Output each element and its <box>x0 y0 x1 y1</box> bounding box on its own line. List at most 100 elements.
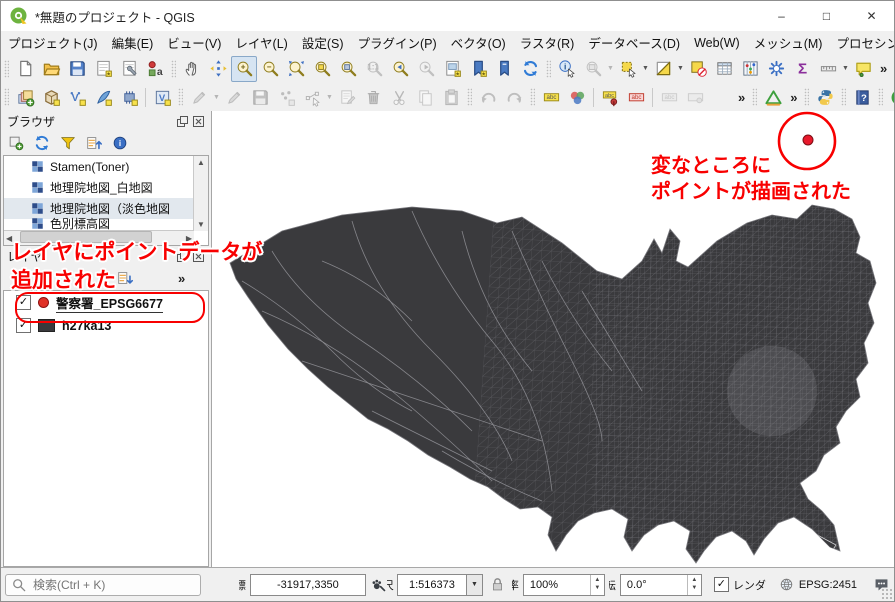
new-virtual-layer-icon[interactable]: V <box>149 84 175 110</box>
toolbar-overflow-icon[interactable]: » <box>734 90 749 105</box>
measure-dropdown-icon[interactable]: ▼ <box>841 65 850 72</box>
menu-プロセシング[interactable]: プロセシング(C) <box>829 30 894 55</box>
new-project-icon[interactable] <box>12 56 38 82</box>
highlight-pinned-labels-icon[interactable]: abc <box>623 84 649 110</box>
deselect-all-icon[interactable] <box>685 56 711 82</box>
new-print-layout-icon[interactable]: ★ <box>90 56 116 82</box>
zoom-to-layer-icon[interactable] <box>335 56 361 82</box>
menu-プロジェクト[interactable]: プロジェクト(J) <box>1 30 105 55</box>
save-project-icon[interactable] <box>64 56 90 82</box>
menu-ビュー[interactable]: ビュー(V) <box>160 30 228 55</box>
toolbar-grip[interactable] <box>804 88 810 106</box>
menu-ベクタ[interactable]: ベクタ(O) <box>444 30 513 55</box>
browser-close-icon[interactable] <box>192 115 205 128</box>
deselect-shape-icon[interactable] <box>650 56 676 82</box>
statistics-icon[interactable] <box>737 56 763 82</box>
render-checkbox[interactable]: ✓ <box>713 577 729 592</box>
toolbar-grip[interactable] <box>4 59 9 78</box>
new-spatialite-icon[interactable] <box>90 84 116 110</box>
deselect-shape-dropdown-icon[interactable]: ▼ <box>676 65 685 72</box>
minimize-button[interactable]: – <box>759 1 804 31</box>
menu-データベース[interactable]: データベース(D) <box>581 30 687 55</box>
toolbar-overflow-icon[interactable]: » <box>876 61 891 76</box>
close-button[interactable]: ✕ <box>849 1 894 31</box>
filter-icon[interactable] <box>57 132 79 154</box>
new-bookmark-icon[interactable]: ★ <box>465 56 491 82</box>
layout-manager-icon[interactable] <box>116 56 142 82</box>
menu-編集[interactable]: 編集(E) <box>105 30 161 55</box>
rotation-spinner[interactable]: 0.0° ▲ ▼ <box>619 573 702 596</box>
identify-icon[interactable]: i <box>554 56 580 82</box>
show-bookmarks-icon[interactable] <box>491 56 517 82</box>
menu-メッシュ[interactable]: メッシュ(M) <box>747 30 830 55</box>
refresh-icon[interactable] <box>517 56 543 82</box>
toolbar-grip[interactable] <box>4 88 9 106</box>
coordinate-input[interactable]: -31917,3350 <box>249 573 366 596</box>
data-source-manager-icon[interactable] <box>12 84 38 110</box>
help-contents-icon[interactable]: ? <box>849 84 875 110</box>
toolbar-grip[interactable] <box>171 59 176 78</box>
scroll-up-icon[interactable]: ▲ <box>195 156 207 169</box>
new-geopackage-icon[interactable] <box>38 84 64 110</box>
toolbar-grip[interactable] <box>467 88 472 106</box>
grass-tools-icon[interactable] <box>760 84 786 110</box>
menu-設定[interactable]: 設定(S) <box>295 30 351 55</box>
refresh-icon[interactable] <box>31 132 53 154</box>
toolbar-grip[interactable] <box>841 88 847 106</box>
toolbar-grip[interactable] <box>546 59 551 78</box>
new-shapefile-icon[interactable]: V <box>64 84 90 110</box>
scale-dropdown-icon[interactable]: ▼ <box>466 573 483 596</box>
window-resize-grip[interactable] <box>881 588 893 600</box>
browser-undock-icon[interactable] <box>176 115 189 128</box>
python-console-icon[interactable] <box>812 84 838 110</box>
browser-item[interactable]: 地理院地図_白地図 <box>4 177 194 198</box>
lock-scale-icon[interactable] <box>489 576 506 593</box>
sum-sigma-icon[interactable]: Σ <box>789 56 815 82</box>
measure-icon[interactable] <box>815 56 841 82</box>
menu-レイヤ[interactable]: レイヤ(L) <box>228 30 294 55</box>
attribute-table-icon[interactable] <box>711 56 737 82</box>
crs-value[interactable]: EPSG:2451 <box>799 579 857 591</box>
menu-Web[interactable]: Web(W) <box>687 33 747 53</box>
toolbar-grip[interactable] <box>530 88 535 106</box>
pan-map-icon[interactable] <box>179 56 205 82</box>
plugin-manager-icon[interactable] <box>886 84 894 110</box>
zoom-to-selection-icon[interactable] <box>309 56 335 82</box>
zoom-full-icon[interactable] <box>283 56 309 82</box>
style-manager-icon[interactable]: a <box>142 56 168 82</box>
locator-search[interactable] <box>5 573 201 596</box>
crs-globe-icon[interactable] <box>778 576 795 593</box>
search-input[interactable] <box>31 576 185 593</box>
collapse-properties-icon[interactable] <box>83 132 105 154</box>
menu-プラグイン[interactable]: プラグイン(P) <box>351 30 444 55</box>
browser-vertical-scrollbar[interactable]: ▲ ▼ <box>193 156 208 231</box>
select-by-value-dropdown-icon[interactable]: ▼ <box>606 65 615 72</box>
toolbar-grip[interactable] <box>752 88 758 106</box>
magnifier-spinner[interactable]: 100% ▲ ▼ <box>522 573 605 596</box>
pin-labels-icon[interactable]: abc <box>597 84 623 110</box>
browser-item[interactable]: Stamen(Toner) <box>4 156 194 177</box>
zoom-in-icon[interactable]: + <box>231 55 257 82</box>
map-tips-icon[interactable] <box>850 56 876 82</box>
browser-item[interactable]: 色別標高図 <box>4 217 194 231</box>
zoom-out-icon[interactable]: − <box>257 56 283 82</box>
new-map-view-icon[interactable]: ★ <box>439 56 465 82</box>
extent-toggle-icon[interactable] <box>370 576 387 593</box>
zoom-last-icon[interactable] <box>387 56 413 82</box>
current-edits-dropdown-icon[interactable]: ▼ <box>212 94 221 101</box>
properties-info-icon[interactable]: i <box>109 132 131 154</box>
vertex-tool-dropdown-icon[interactable]: ▼ <box>325 94 334 101</box>
open-project-icon[interactable] <box>38 56 64 82</box>
toolbar-overflow-icon[interactable]: » <box>786 90 801 105</box>
toolbar-grip[interactable] <box>878 88 884 106</box>
layer-styling-icon[interactable] <box>564 84 590 110</box>
toolbar-grip[interactable] <box>178 88 183 106</box>
processing-gear-icon[interactable] <box>763 56 789 82</box>
new-mesh-layer-icon[interactable] <box>116 84 142 110</box>
scroll-down-icon[interactable]: ▼ <box>195 218 207 231</box>
menu-ラスタ[interactable]: ラスタ(R) <box>513 30 582 55</box>
select-features-dropdown-icon[interactable]: ▼ <box>641 65 650 72</box>
select-features-icon[interactable] <box>615 56 641 82</box>
scale-input[interactable]: 1:516373 <box>396 573 467 596</box>
layer-labeling-icon[interactable]: abc <box>538 84 564 110</box>
